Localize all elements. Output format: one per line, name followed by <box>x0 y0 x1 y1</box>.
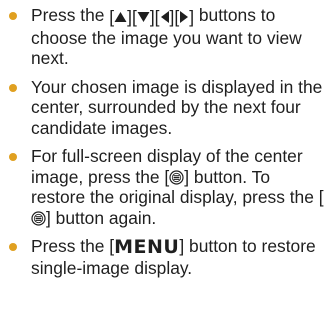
list-item: Press the [][][][] buttons to choose the… <box>6 5 324 69</box>
down-arrow-button-label: [] <box>131 7 155 27</box>
right-arrow-button-label: [] <box>174 7 195 27</box>
list-item: Your chosen image is displayed in the ce… <box>6 77 324 139</box>
item-text-before: Press the <box>31 236 110 256</box>
item-text-after: button again. <box>50 207 157 228</box>
list-item: For full-screen display of the center im… <box>6 146 324 228</box>
bullet-icon <box>9 243 17 251</box>
right-arrow-icon <box>179 10 189 24</box>
item-text: Your chosen image is displayed in the ce… <box>31 76 323 138</box>
instruction-list: Press the [][][][] buttons to choose the… <box>6 5 324 278</box>
left-arrow-icon <box>160 10 170 24</box>
menu-button-label: MENU <box>114 236 180 258</box>
func-set-icon <box>31 210 46 226</box>
bullet-icon <box>9 153 17 161</box>
bullet-icon <box>9 83 17 92</box>
up-arrow-icon <box>114 10 127 24</box>
item-text-before: Press the <box>31 5 110 25</box>
list-item: Press the [MENU] button to restore singl… <box>6 236 324 278</box>
down-arrow-icon <box>137 10 150 24</box>
func-set-icon <box>169 169 184 185</box>
bullet-icon <box>9 12 17 20</box>
instruction-page: Press the [][][][] buttons to choose the… <box>0 0 328 311</box>
up-arrow-button-label: [] <box>109 7 132 27</box>
left-arrow-button-label: [] <box>154 7 175 27</box>
